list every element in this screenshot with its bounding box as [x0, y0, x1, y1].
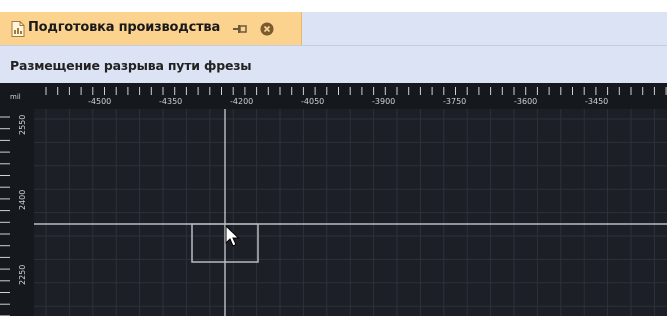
tab-strip-background: [302, 12, 667, 45]
y-tick-label: 2250: [18, 265, 27, 285]
close-icon[interactable]: [260, 22, 274, 36]
tab-title: Подготовка производства: [28, 20, 221, 35]
x-tick-label: -3450: [585, 97, 608, 106]
ruler-unit: mil: [10, 93, 21, 101]
x-tick-label: -4350: [159, 97, 182, 106]
x-tick-label: -4500: [88, 97, 111, 106]
y-tick-label: 2550: [18, 115, 27, 135]
instruction-bar: Размещение разрыва пути фрезы: [0, 45, 667, 83]
x-tick-label: -4200: [230, 97, 253, 106]
y-tick-label: 2400: [18, 190, 27, 210]
x-tick-label: -3900: [372, 97, 395, 106]
tab-bar: Подготовка производства: [0, 0, 667, 45]
tab-manufacturing-prep[interactable]: Подготовка производства: [0, 12, 302, 45]
canvas-drawing[interactable]: mil -4500 -4350 -4200 -4050 -3900 -3750 -3600 -3…: [0, 83, 667, 316]
x-tick-label: -4050: [301, 97, 324, 106]
pin-icon[interactable]: [232, 22, 248, 36]
x-tick-label: -3750: [443, 97, 466, 106]
pcb-canvas[interactable]: mil -4500 -4350 -4200 -4050 -3900 -3750 -3600 -3…: [0, 83, 667, 316]
mouse-cursor-icon: [225, 224, 240, 247]
document-icon: [11, 21, 25, 37]
instruction-text: Размещение разрыва пути фрезы: [10, 58, 252, 73]
x-tick-label: -3600: [514, 97, 537, 106]
